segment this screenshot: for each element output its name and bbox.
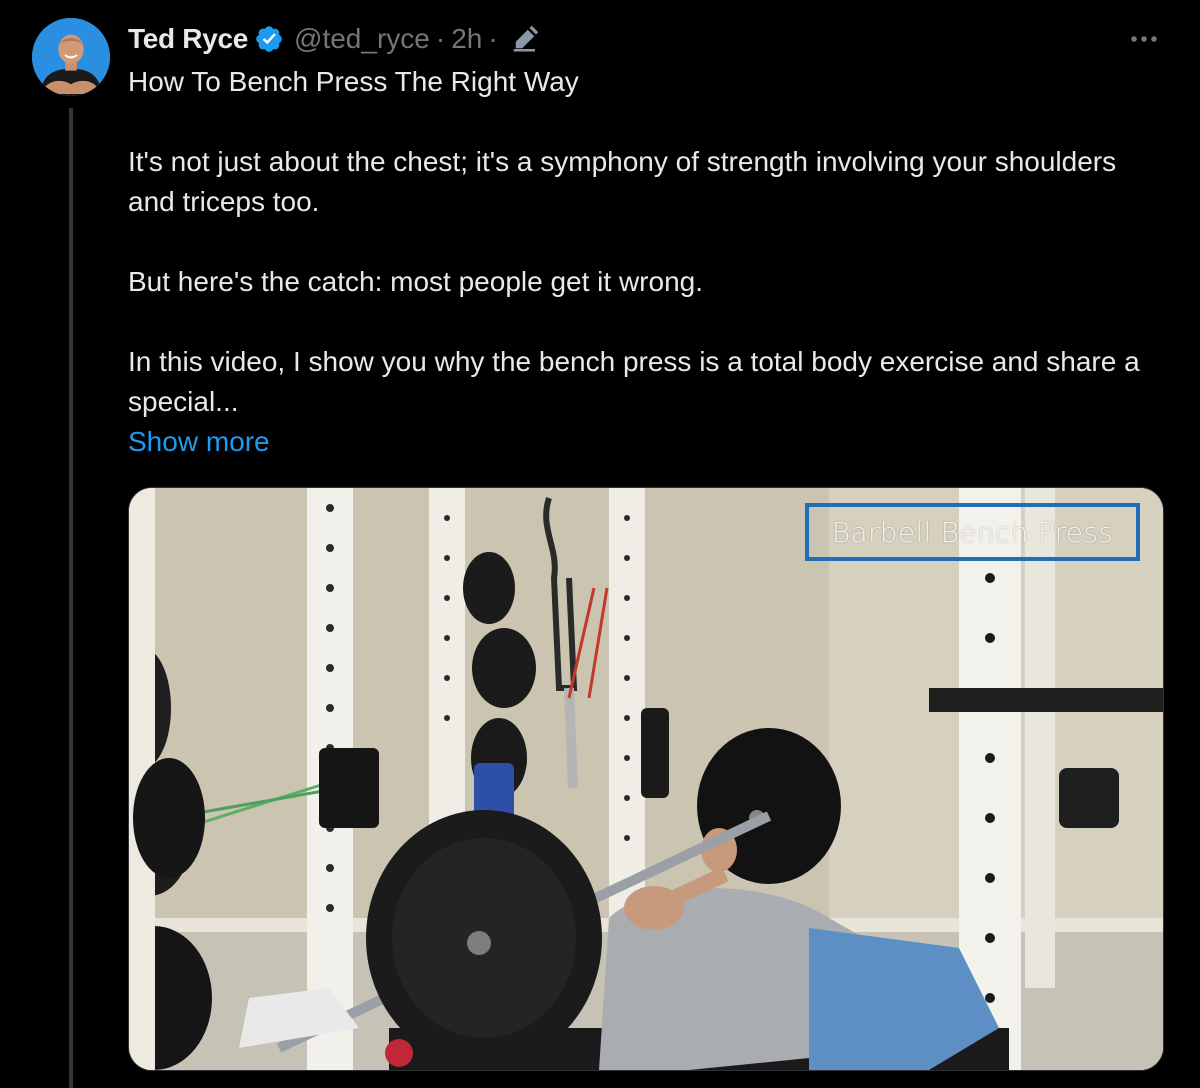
separator-dot-2: · bbox=[488, 23, 498, 54]
separator-dot: · bbox=[435, 23, 446, 54]
gym-scene-image bbox=[129, 488, 1163, 1070]
video-thumbnail[interactable]: Barbell Bench Press bbox=[128, 487, 1164, 1071]
edit-pencil-icon[interactable] bbox=[510, 24, 540, 54]
more-options-icon[interactable] bbox=[1124, 24, 1164, 54]
tweet-paragraph-title: How To Bench Press The Right Way bbox=[128, 66, 579, 97]
tweet-paragraph: In this video, I show you why the bench … bbox=[128, 346, 1148, 417]
tweet-paragraph: But here's the catch: most people get it… bbox=[128, 266, 703, 297]
thread-connector-line bbox=[69, 108, 73, 1088]
author-display-name[interactable]: Ted Ryce bbox=[128, 23, 248, 55]
verified-badge-icon[interactable] bbox=[254, 24, 284, 54]
show-more-link[interactable]: Show more bbox=[128, 422, 270, 462]
avatar-image bbox=[32, 18, 110, 96]
video-title-overlay: Barbell Bench Press bbox=[805, 503, 1140, 561]
tweet-header: Ted Ryce @ted_ryce · 2h · bbox=[128, 20, 540, 58]
tweet-body: How To Bench Press The Right Way It's no… bbox=[128, 62, 1168, 422]
tweet-paragraph: It's not just about the chest; it's a sy… bbox=[128, 146, 1124, 217]
avatar[interactable] bbox=[32, 18, 110, 96]
post-time[interactable]: 2h bbox=[451, 23, 482, 55]
author-handle[interactable]: @ted_ryce bbox=[294, 23, 430, 55]
